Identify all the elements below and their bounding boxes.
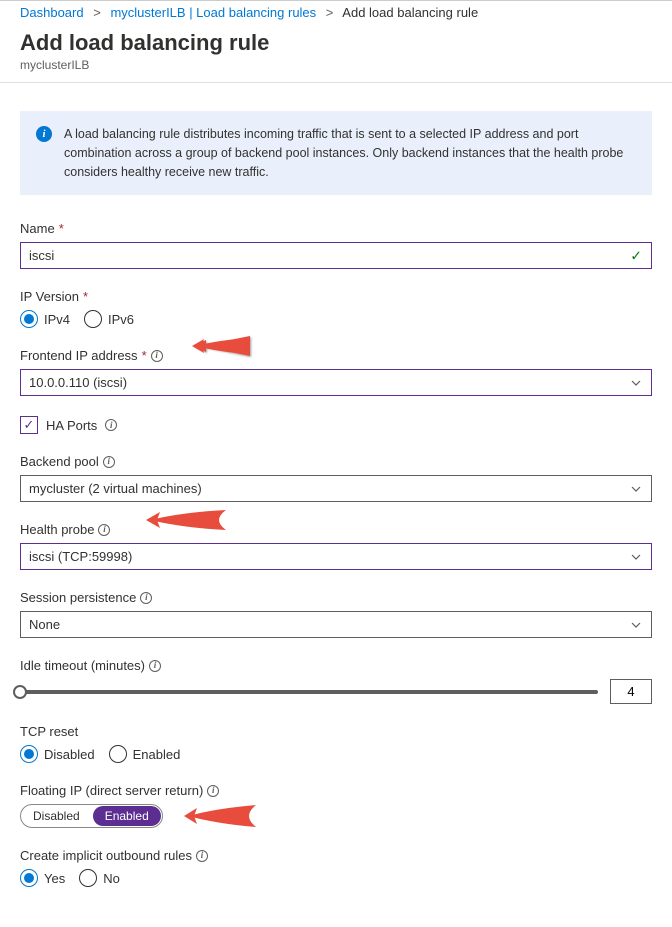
radio-ipv4[interactable]: IPv4	[20, 310, 70, 328]
field-backend-pool: Backend pool i mycluster (2 virtual mach…	[20, 454, 652, 502]
label-floating-ip: Floating IP (direct server return) i	[20, 783, 652, 798]
ipversion-radio-group: IPv4 IPv6	[20, 310, 652, 328]
field-floating-ip: Floating IP (direct server return) i Dis…	[20, 783, 652, 828]
ha-ports-checkbox[interactable]: ✓ HA Ports i	[20, 416, 652, 434]
breadcrumb-separator: >	[93, 5, 101, 20]
radio-tcp-disabled[interactable]: Disabled	[20, 745, 95, 763]
outbound-radio-group: Yes No	[20, 869, 652, 887]
toggle-floating-disabled[interactable]: Disabled	[21, 805, 92, 827]
required-asterisk: *	[83, 289, 88, 304]
breadcrumb-item-loadbalancer[interactable]: myclusterILB | Load balancing rules	[110, 5, 316, 20]
field-ha-ports: ✓ HA Ports i	[20, 416, 652, 434]
field-health-probe: Health probe i iscsi (TCP:59998)	[20, 522, 652, 570]
idle-timeout-slider[interactable]	[20, 690, 598, 694]
label-tcp-reset: TCP reset	[20, 724, 652, 739]
label-ipversion: IP Version *	[20, 289, 652, 304]
name-input[interactable]	[20, 242, 652, 269]
required-asterisk: *	[59, 221, 64, 236]
label-frontend-ip: Frontend IP address * i	[20, 348, 652, 363]
label-idle-timeout: Idle timeout (minutes) i	[20, 658, 652, 673]
floating-ip-toggle: Disabled Enabled	[20, 804, 163, 828]
check-icon: ✓	[630, 247, 642, 264]
slider-thumb[interactable]	[13, 685, 27, 699]
breadcrumb-item-current: Add load balancing rule	[342, 5, 478, 20]
label-name: Name *	[20, 221, 652, 236]
field-idle-timeout: Idle timeout (minutes) i	[20, 658, 652, 704]
radio-ipv6[interactable]: IPv6	[84, 310, 134, 328]
help-icon[interactable]: i	[196, 850, 208, 862]
field-tcp-reset: TCP reset Disabled Enabled	[20, 724, 652, 763]
backend-pool-select[interactable]: mycluster (2 virtual machines)	[20, 475, 652, 502]
help-icon[interactable]: i	[151, 350, 163, 362]
annotation-arrow	[182, 799, 262, 833]
page-title: Add load balancing rule	[20, 30, 652, 56]
radio-outbound-no[interactable]: No	[79, 869, 120, 887]
help-icon[interactable]: i	[105, 419, 117, 431]
toggle-floating-enabled[interactable]: Enabled	[93, 806, 161, 826]
help-icon[interactable]: i	[140, 592, 152, 604]
help-icon[interactable]: i	[149, 660, 161, 672]
required-asterisk: *	[142, 348, 147, 363]
label-health-probe: Health probe i	[20, 522, 652, 537]
label-outbound-rules: Create implicit outbound rules i	[20, 848, 652, 863]
help-icon[interactable]: i	[98, 524, 110, 536]
label-backend-pool: Backend pool i	[20, 454, 652, 469]
info-banner: i A load balancing rule distributes inco…	[20, 111, 652, 195]
field-outbound-rules: Create implicit outbound rules i Yes No	[20, 848, 652, 887]
info-icon: i	[36, 126, 52, 142]
breadcrumb: Dashboard > myclusterILB | Load balancin…	[0, 0, 672, 24]
page-header: Add load balancing rule myclusterILB	[0, 24, 672, 83]
breadcrumb-separator: >	[326, 5, 334, 20]
label-session-persistence: Session persistence i	[20, 590, 652, 605]
info-text: A load balancing rule distributes incomi…	[64, 125, 636, 181]
frontend-ip-select[interactable]: 10.0.0.110 (iscsi)	[20, 369, 652, 396]
health-probe-select[interactable]: iscsi (TCP:59998)	[20, 543, 652, 570]
page-subtitle: myclusterILB	[20, 58, 652, 72]
radio-outbound-yes[interactable]: Yes	[20, 869, 65, 887]
tcp-reset-radio-group: Disabled Enabled	[20, 745, 652, 763]
field-ipversion: IP Version * IPv4 IPv6	[20, 289, 652, 328]
field-frontend-ip: Frontend IP address * i 10.0.0.110 (iscs…	[20, 348, 652, 396]
help-icon[interactable]: i	[103, 456, 115, 468]
idle-timeout-input[interactable]	[610, 679, 652, 704]
session-persistence-select[interactable]: None	[20, 611, 652, 638]
radio-tcp-enabled[interactable]: Enabled	[109, 745, 181, 763]
checkbox-box: ✓	[20, 416, 38, 434]
form-content: i A load balancing rule distributes inco…	[0, 83, 672, 927]
help-icon[interactable]: i	[207, 785, 219, 797]
field-name: Name * ✓	[20, 221, 652, 269]
breadcrumb-item-dashboard[interactable]: Dashboard	[20, 5, 84, 20]
field-session-persistence: Session persistence i None	[20, 590, 652, 638]
